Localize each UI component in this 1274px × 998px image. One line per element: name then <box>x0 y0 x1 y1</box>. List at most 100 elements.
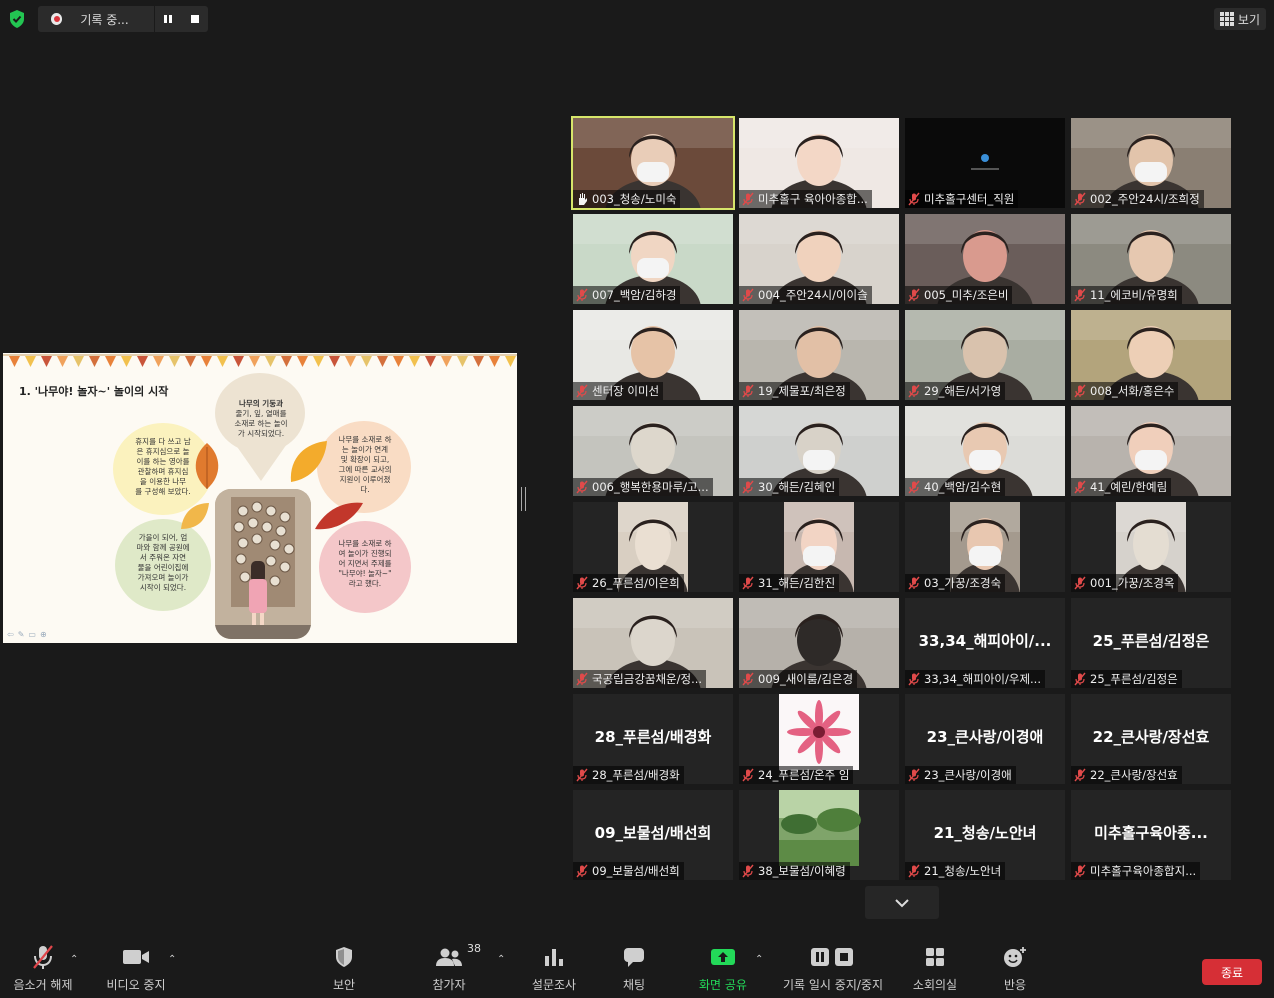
audio-options-caret-icon[interactable]: ⌃ <box>70 954 78 965</box>
participant-label: 23_큰사랑/이경애 <box>905 766 1016 784</box>
participant-tile[interactable]: 40_백암/김수현 <box>905 406 1065 496</box>
participant-tile[interactable]: 002_주안24시/조희정 <box>1071 118 1231 208</box>
participant-tile[interactable]: 22_큰사랑/장선효 22_큰사랑/장선효 <box>1071 694 1231 784</box>
zoom-icon[interactable]: ⊕ <box>40 630 47 639</box>
shared-screen[interactable]: 1. '나무야! 놀자~' 놀이의 시작 나무의 기둥과 줄기, 잎, 열매를 소재… <box>3 353 517 643</box>
participant-tile[interactable]: 31_해든/김한진 <box>739 502 899 592</box>
next-page-button[interactable] <box>865 886 939 919</box>
participant-label: 25_푸른섬/김정은 <box>1071 670 1182 688</box>
participant-tile[interactable]: 33,34_해피아이/... 33,34_해피아이/우제... <box>905 598 1065 688</box>
bubble-line: 다. <box>360 485 370 494</box>
participant-tile[interactable]: 29_해든/서가영 <box>905 310 1065 400</box>
participant-tile[interactable]: 미추홀구 육아아종합... <box>739 118 899 208</box>
participant-label: 003_청송/노미숙 <box>573 190 681 208</box>
meeting-toolbar: 음소거 해제 ⌃ 비디오 중지 ⌃ 보안 38 참가자 ⌃ 설문조사 채팅 화면… <box>0 940 1274 998</box>
video-options-caret-icon[interactable]: ⌃ <box>168 954 176 965</box>
bubble-line: 나무를 소재로 하 <box>338 435 392 444</box>
pen-icon[interactable]: ✎ <box>18 630 25 639</box>
view-button-label: 보기 <box>1237 12 1260 27</box>
participant-tile[interactable]: 11_에코비/유명희 <box>1071 214 1231 304</box>
participant-tile[interactable]: 03_가꿍/조경숙 <box>905 502 1065 592</box>
share-options-caret-icon[interactable]: ⌃ <box>755 954 763 965</box>
participant-tile[interactable]: 23_큰사랑/이경애 23_큰사랑/이경애 <box>905 694 1065 784</box>
slide-navigation[interactable]: ⇦ ✎ ▭ ⊕ <box>7 630 47 639</box>
participant-tile[interactable]: 005_미추/조은비 <box>905 214 1065 304</box>
bubble-line: 는 놀이가 연계 <box>341 445 389 454</box>
participant-label: 41_예린/한예림 <box>1071 478 1172 496</box>
view-button[interactable]: 보기 <box>1213 8 1266 30</box>
pause-recording-button[interactable] <box>155 6 181 32</box>
participant-tile[interactable]: 009_새이룸/김은경 <box>739 598 899 688</box>
stop-video-button[interactable]: 비디오 중지 <box>100 940 172 998</box>
participant-tile[interactable]: 28_푸른섬/배경화 28_푸른섬/배경화 <box>573 694 733 784</box>
end-meeting-button[interactable]: 종료 <box>1202 959 1262 985</box>
participant-label: 11_에코비/유명희 <box>1071 286 1182 304</box>
participant-label: 31_해든/김한진 <box>739 574 840 592</box>
participant-name: 25_푸른섬/김정은 <box>1090 672 1178 686</box>
bubble-line: 가져오며 놀이가 <box>137 573 189 582</box>
participant-name: 22_큰사랑/장선효 <box>1090 768 1178 782</box>
bunting-flag <box>201 356 212 367</box>
participant-name: 33,34_해피아이/우제... <box>924 672 1041 686</box>
bubble-left-bottom-text: 가을이 되어, 엄 마와 함께 공원에 서 주워온 자연 물을 어린이집에 가져오며 놀… <box>121 533 205 593</box>
polls-button[interactable]: 설문조사 <box>528 940 580 998</box>
mic-muted-icon <box>576 480 588 494</box>
participant-label: 005_미추/조은비 <box>905 286 1013 304</box>
breakout-rooms-button[interactable]: 소회의실 <box>908 940 962 998</box>
participant-tile[interactable]: 004_주안24시/이이슬 <box>739 214 899 304</box>
stop-recording-button[interactable] <box>182 6 208 32</box>
reactions-button[interactable]: 반응 <box>996 940 1034 998</box>
security-button[interactable]: 보안 <box>324 940 364 998</box>
bunting-flag <box>153 356 164 367</box>
bunting-flag <box>137 356 148 367</box>
participant-name: 002_주안24시/조희정 <box>1090 192 1200 206</box>
stop-video-label: 비디오 중지 <box>106 978 166 992</box>
pause-stop-recording-button[interactable]: 기록 일시 중지/중지 <box>778 940 888 998</box>
participant-tile[interactable]: 미추홀구육아종... 미추홀구육아종합지... <box>1071 790 1231 880</box>
participants-options-caret-icon[interactable]: ⌃ <box>497 954 505 965</box>
participant-tile[interactable]: 008_서화/홍은수 <box>1071 310 1231 400</box>
participants-button[interactable]: 38 참가자 <box>426 940 481 998</box>
security-label: 보안 <box>332 978 356 992</box>
participant-tile[interactable]: 24_푸른섬/온주 임 <box>739 694 899 784</box>
participant-tile[interactable]: 21_청송/노안녀 21_청송/노안녀 <box>905 790 1065 880</box>
mic-muted-icon <box>742 288 754 302</box>
leaf-orange-icon <box>195 443 219 489</box>
participant-tile[interactable]: 센터장 이미선 <box>573 310 733 400</box>
bunting-flag <box>9 356 20 367</box>
panel-resize-handle[interactable] <box>521 487 526 511</box>
stop-icon <box>190 15 199 23</box>
participant-tile[interactable]: 30_해든/김혜인 <box>739 406 899 496</box>
shield-check-icon[interactable] <box>7 9 27 29</box>
recording-icon <box>51 13 63 25</box>
video-camera-icon <box>123 950 149 964</box>
chat-button[interactable]: 채팅 <box>614 940 654 998</box>
participant-tile[interactable]: 006_행복한용마루/고... <box>573 406 733 496</box>
share-screen-button[interactable]: 화면 공유 <box>694 940 752 998</box>
leaf-gold-icon <box>181 503 209 529</box>
participant-tile[interactable]: 007_백암/김하경 <box>573 214 733 304</box>
participant-tile[interactable]: 25_푸른섬/김정은 25_푸른섬/김정은 <box>1071 598 1231 688</box>
mic-muted-icon <box>908 768 920 782</box>
participant-name: 11_에코비/유명희 <box>1090 288 1178 302</box>
mic-muted-icon <box>742 672 754 686</box>
participant-tile[interactable]: 001_가꿍/조경옥 <box>1071 502 1231 592</box>
participant-tile[interactable]: 38_보물섬/이혜령 <box>739 790 899 880</box>
bunting-flag <box>409 356 420 367</box>
participant-name-display: 21_청송/노안녀 <box>933 824 1037 842</box>
participant-tile[interactable]: 미추홀구센터_직원 <box>905 118 1065 208</box>
chat-bubble-icon <box>624 948 644 967</box>
arrow-left-icon[interactable]: ⇦ <box>7 630 14 639</box>
participant-tile[interactable]: 003_청송/노미숙 <box>571 116 735 210</box>
participant-tile[interactable]: 41_예린/한예림 <box>1071 406 1231 496</box>
participant-name: 미추홀구 육아아종합... <box>758 192 868 206</box>
participant-tile[interactable]: 19_제물포/최은정 <box>739 310 899 400</box>
participant-tile[interactable]: 국공립금강꿈채운/정... <box>573 598 733 688</box>
bunting-flag <box>329 356 340 367</box>
participant-tile[interactable]: 09_보물섬/배선희 09_보물섬/배선희 <box>573 790 733 880</box>
participant-name: 28_푸른섬/배경화 <box>592 768 680 782</box>
participant-tile[interactable]: 26_푸른섬/이은희 <box>573 502 733 592</box>
bubble-top-text: 나무의 기둥과 줄기, 잎, 열매를 소재로 하는 놀이 가 시작되었다. <box>221 399 301 439</box>
unmute-button[interactable]: 음소거 해제 <box>8 940 78 998</box>
slides-icon[interactable]: ▭ <box>28 630 36 639</box>
